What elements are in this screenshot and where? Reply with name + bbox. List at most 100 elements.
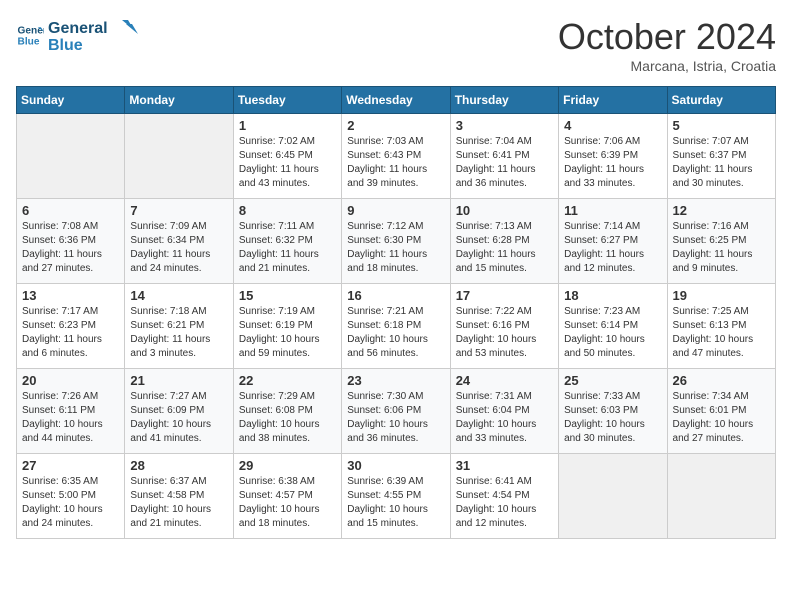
day-info: Sunrise: 7:09 AM Sunset: 6:34 PM Dayligh… [130, 220, 227, 276]
day-info: Sunrise: 7:30 AM Sunset: 6:06 PM Dayligh… [347, 390, 444, 446]
day-number: 31 [456, 458, 553, 473]
weekday-header-wednesday: Wednesday [342, 87, 450, 114]
day-number: 7 [130, 203, 227, 218]
calendar-cell: 14 Sunrise: 7:18 AM Sunset: 6:21 PM Dayli… [125, 284, 233, 369]
day-info: Sunrise: 6:41 AM Sunset: 4:54 PM Dayligh… [456, 475, 553, 531]
calendar-cell [17, 114, 125, 199]
day-number: 26 [673, 373, 770, 388]
day-info: Sunrise: 7:25 AM Sunset: 6:13 PM Dayligh… [673, 305, 770, 361]
calendar-cell: 23Sunrise: 7:30 AM Sunset: 6:06 PM Dayli… [342, 369, 450, 454]
svg-text:Blue: Blue [18, 36, 40, 47]
calendar-cell: 5 Sunrise: 7:07 AM Sunset: 6:37 PM Daylig… [667, 114, 775, 199]
day-number: 18 [564, 288, 661, 303]
day-number: 11 [564, 203, 661, 218]
calendar-cell: 8 Sunrise: 7:11 AM Sunset: 6:32 PM Daylig… [233, 199, 341, 284]
calendar-cell: 4 Sunrise: 7:06 AM Sunset: 6:39 PM Daylig… [559, 114, 667, 199]
day-info: Sunrise: 6:37 AM Sunset: 4:58 PM Dayligh… [130, 475, 227, 531]
day-number: 19 [673, 288, 770, 303]
day-info: Sunrise: 7:07 AM Sunset: 6:37 PM Dayligh… [673, 135, 770, 191]
calendar-cell: 30Sunrise: 6:39 AM Sunset: 4:55 PM Dayli… [342, 454, 450, 539]
week-row-1: 1 Sunrise: 7:02 AM Sunset: 6:45 PM Daylig… [17, 114, 776, 199]
calendar-cell: 15Sunrise: 7:19 AM Sunset: 6:19 PM Dayli… [233, 284, 341, 369]
calendar-cell: 13 Sunrise: 7:17 AM Sunset: 6:23 PM Dayli… [17, 284, 125, 369]
calendar-cell: 10 Sunrise: 7:13 AM Sunset: 6:28 PM Dayli… [450, 199, 558, 284]
day-info: Sunrise: 7:22 AM Sunset: 6:16 PM Dayligh… [456, 305, 553, 361]
week-row-2: 6 Sunrise: 7:08 AM Sunset: 6:36 PM Daylig… [17, 199, 776, 284]
day-info: Sunrise: 7:06 AM Sunset: 6:39 PM Dayligh… [564, 135, 661, 191]
calendar-cell: 6 Sunrise: 7:08 AM Sunset: 6:36 PM Daylig… [17, 199, 125, 284]
day-info: Sunrise: 7:03 AM Sunset: 6:43 PM Dayligh… [347, 135, 444, 191]
calendar-cell: 16Sunrise: 7:21 AM Sunset: 6:18 PM Dayli… [342, 284, 450, 369]
weekday-header-row: SundayMondayTuesdayWednesdayThursdayFrid… [17, 87, 776, 114]
day-info: Sunrise: 7:27 AM Sunset: 6:09 PM Dayligh… [130, 390, 227, 446]
page-header: General Blue General Blue October 2024 M… [16, 16, 776, 74]
calendar-cell: 11 Sunrise: 7:14 AM Sunset: 6:27 PM Dayli… [559, 199, 667, 284]
day-number: 15 [239, 288, 336, 303]
day-info: Sunrise: 6:38 AM Sunset: 4:57 PM Dayligh… [239, 475, 336, 531]
title-section: October 2024 Marcana, Istria, Croatia [558, 16, 776, 74]
week-row-4: 20 Sunrise: 7:26 AM Sunset: 6:11 PM Dayli… [17, 369, 776, 454]
day-info: Sunrise: 7:11 AM Sunset: 6:32 PM Dayligh… [239, 220, 336, 276]
calendar-cell: 21 Sunrise: 7:27 AM Sunset: 6:09 PM Dayli… [125, 369, 233, 454]
day-info: Sunrise: 7:16 AM Sunset: 6:25 PM Dayligh… [673, 220, 770, 276]
day-info: Sunrise: 7:02 AM Sunset: 6:45 PM Dayligh… [239, 135, 336, 191]
day-info: Sunrise: 7:13 AM Sunset: 6:28 PM Dayligh… [456, 220, 553, 276]
calendar-cell: 25Sunrise: 7:33 AM Sunset: 6:03 PM Dayli… [559, 369, 667, 454]
day-info: Sunrise: 7:26 AM Sunset: 6:11 PM Dayligh… [22, 390, 119, 446]
day-number: 25 [564, 373, 661, 388]
day-info: Sunrise: 7:04 AM Sunset: 6:41 PM Dayligh… [456, 135, 553, 191]
calendar-cell: 19 Sunrise: 7:25 AM Sunset: 6:13 PM Dayli… [667, 284, 775, 369]
calendar-cell: 3 Sunrise: 7:04 AM Sunset: 6:41 PM Daylig… [450, 114, 558, 199]
svg-text:Blue: Blue [48, 37, 83, 54]
weekday-header-saturday: Saturday [667, 87, 775, 114]
day-number: 20 [22, 373, 119, 388]
day-info: Sunrise: 7:29 AM Sunset: 6:08 PM Dayligh… [239, 390, 336, 446]
calendar-cell: 7 Sunrise: 7:09 AM Sunset: 6:34 PM Daylig… [125, 199, 233, 284]
weekday-header-tuesday: Tuesday [233, 87, 341, 114]
day-info: Sunrise: 7:12 AM Sunset: 6:30 PM Dayligh… [347, 220, 444, 276]
day-info: Sunrise: 7:17 AM Sunset: 6:23 PM Dayligh… [22, 305, 119, 361]
day-info: Sunrise: 7:34 AM Sunset: 6:01 PM Dayligh… [673, 390, 770, 446]
day-number: 24 [456, 373, 553, 388]
day-number: 22 [239, 373, 336, 388]
day-number: 5 [673, 118, 770, 133]
day-number: 6 [22, 203, 119, 218]
calendar-cell: 17 Sunrise: 7:22 AM Sunset: 6:16 PM Dayli… [450, 284, 558, 369]
svg-text:General: General [18, 25, 44, 36]
day-number: 29 [239, 458, 336, 473]
day-number: 27 [22, 458, 119, 473]
day-number: 12 [673, 203, 770, 218]
day-info: Sunrise: 7:31 AM Sunset: 6:04 PM Dayligh… [456, 390, 553, 446]
calendar-cell: 24 Sunrise: 7:31 AM Sunset: 6:04 PM Dayli… [450, 369, 558, 454]
calendar-table: SundayMondayTuesdayWednesdayThursdayFrid… [16, 86, 776, 539]
calendar-cell: 12 Sunrise: 7:16 AM Sunset: 6:25 PM Dayli… [667, 199, 775, 284]
month-title: October 2024 [558, 16, 776, 58]
day-number: 13 [22, 288, 119, 303]
day-info: Sunrise: 7:18 AM Sunset: 6:21 PM Dayligh… [130, 305, 227, 361]
day-number: 1 [239, 118, 336, 133]
weekday-header-monday: Monday [125, 87, 233, 114]
day-info: Sunrise: 7:08 AM Sunset: 6:36 PM Dayligh… [22, 220, 119, 276]
day-number: 10 [456, 203, 553, 218]
weekday-header-thursday: Thursday [450, 87, 558, 114]
day-info: Sunrise: 6:35 AM Sunset: 5:00 PM Dayligh… [22, 475, 119, 531]
calendar-cell: 1 Sunrise: 7:02 AM Sunset: 6:45 PM Daylig… [233, 114, 341, 199]
calendar-cell: 26 Sunrise: 7:34 AM Sunset: 6:01 PM Dayli… [667, 369, 775, 454]
svg-text:General: General [48, 20, 108, 37]
weekday-header-sunday: Sunday [17, 87, 125, 114]
calendar-cell: 9Sunrise: 7:12 AM Sunset: 6:30 PM Daylig… [342, 199, 450, 284]
calendar-cell: 20 Sunrise: 7:26 AM Sunset: 6:11 PM Dayli… [17, 369, 125, 454]
day-number: 21 [130, 373, 227, 388]
calendar-cell: 2Sunrise: 7:03 AM Sunset: 6:43 PM Daylig… [342, 114, 450, 199]
calendar-cell: 27 Sunrise: 6:35 AM Sunset: 5:00 PM Dayli… [17, 454, 125, 539]
day-number: 17 [456, 288, 553, 303]
day-number: 3 [456, 118, 553, 133]
day-number: 4 [564, 118, 661, 133]
day-info: Sunrise: 7:14 AM Sunset: 6:27 PM Dayligh… [564, 220, 661, 276]
day-number: 14 [130, 288, 227, 303]
day-number: 8 [239, 203, 336, 218]
week-row-3: 13 Sunrise: 7:17 AM Sunset: 6:23 PM Dayli… [17, 284, 776, 369]
logo-icon: General Blue [16, 21, 44, 49]
calendar-cell: 28Sunrise: 6:37 AM Sunset: 4:58 PM Dayli… [125, 454, 233, 539]
location-subtitle: Marcana, Istria, Croatia [558, 58, 776, 74]
